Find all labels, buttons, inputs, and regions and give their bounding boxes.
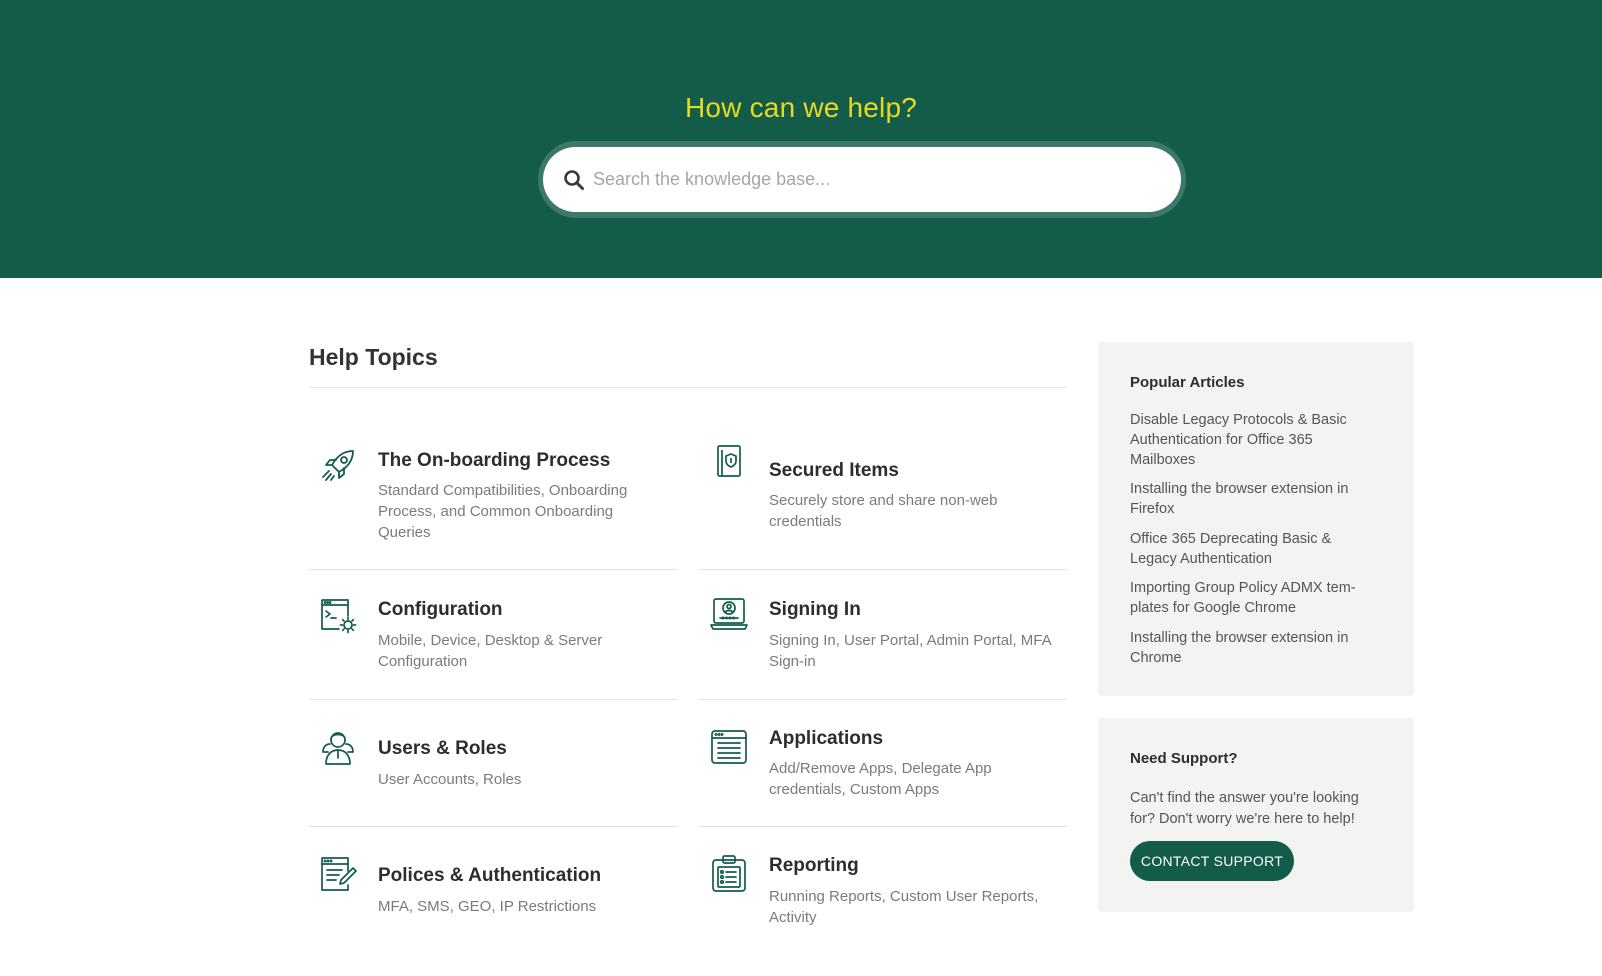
topic-secured-items[interactable]: Secured Items Securely store and share n… [700, 438, 1070, 568]
article-link[interactable]: Installing the browser extension in Fire… [1130, 479, 1380, 519]
rocket-icon [322, 450, 354, 481]
configuration-icon [321, 599, 357, 634]
topic-description: Signing In, User Portal, Admin Portal, M… [769, 632, 1051, 670]
support-text: Can't find the answer you're looking for… [1130, 790, 1359, 827]
search-bar [538, 141, 1186, 218]
topic-description: User Accounts, Roles [378, 771, 522, 788]
topic-reporting[interactable]: Reporting Running Reports, Custom User R… [700, 846, 1070, 976]
topic-description: Add/Remove Apps, Delegate App credential… [769, 760, 992, 798]
topic-title: Applications [769, 728, 884, 749]
divider [699, 826, 1067, 827]
topic-onboarding[interactable]: The On-boarding Process Standard Compati… [309, 438, 679, 568]
users-roles-icon [322, 732, 354, 765]
hero-title: How can we help? [685, 92, 917, 123]
contact-support-button[interactable]: CONTACT SUPPORT [1130, 841, 1294, 881]
signing-in-icon [710, 598, 748, 630]
topic-title: The On-boarding Process [378, 450, 611, 471]
divider [309, 569, 678, 570]
topic-description: MFA, SMS, GEO, IP Restrictions [378, 898, 597, 915]
topic-description: Mobile, Device, Desktop & Server Configu… [378, 632, 603, 670]
popular-articles-card: Popular Articles Disable Legacy Protocol… [1098, 342, 1414, 696]
secured-items-icon [717, 445, 741, 477]
article-link[interactable]: Importing Group Policy ADMX tem-plates f… [1130, 578, 1380, 618]
topic-title: Polices & Authentication [378, 865, 602, 886]
topic-description: Securely store and share non-web credent… [769, 492, 998, 530]
divider [699, 569, 1067, 570]
topic-title: Users & Roles [378, 738, 507, 759]
topic-title: Signing In [769, 599, 861, 620]
topic-policies[interactable]: Polices & Authentication MFA, SMS, GEO, … [309, 846, 679, 976]
article-link[interactable]: Installing the browser extension in Chro… [1130, 628, 1380, 668]
divider [309, 699, 678, 700]
reporting-icon [712, 855, 746, 892]
topic-description: Standard Compatibilities, Onboarding Pro… [378, 482, 628, 541]
divider [309, 826, 678, 827]
support-title: Need Support? [1130, 750, 1238, 767]
search-icon [564, 170, 584, 190]
help-topics-heading: Help Topics [309, 344, 438, 370]
popular-articles-title: Popular Articles [1130, 374, 1245, 391]
topic-applications[interactable]: Applications Add/Remove Apps, Delegate A… [700, 719, 1070, 849]
topic-description: Running Reports, Custom User Reports, Ac… [769, 888, 1039, 926]
divider [309, 387, 1067, 388]
divider [699, 699, 1067, 700]
article-link[interactable]: Office 365 Deprecating Basic & Legacy Au… [1130, 529, 1380, 569]
article-link[interactable]: Disable Legacy Protocols & Basic Authent… [1130, 410, 1380, 470]
topic-title: Reporting [769, 855, 859, 876]
search-input[interactable] [593, 147, 1163, 212]
topic-title: Configuration [378, 599, 503, 620]
search-box[interactable] [543, 147, 1181, 212]
topic-title: Secured Items [769, 460, 899, 481]
hero-banner: How can we help? [0, 0, 1602, 278]
applications-icon [711, 730, 747, 764]
support-card: Need Support? Can't find the answer you'… [1098, 718, 1414, 912]
topic-users-roles[interactable]: Users & Roles User Accounts, Roles [309, 719, 679, 849]
policies-icon [321, 857, 357, 891]
